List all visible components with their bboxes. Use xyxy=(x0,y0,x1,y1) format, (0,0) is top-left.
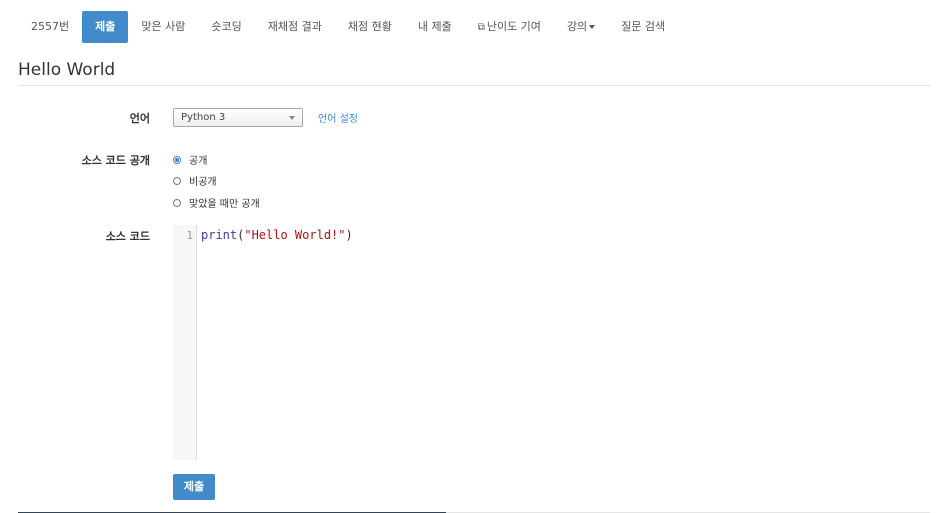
language-select-value: Python 3 xyxy=(181,112,226,123)
problem-nav-tabs: 2557번 제출 맞은 사람 숏코딩 재채점 결과 채점 현황 내 제출 ⧉ 난이… xyxy=(18,11,678,43)
title-divider xyxy=(18,85,930,86)
tab-submit[interactable]: 제출 xyxy=(82,11,129,43)
radio-public[interactable] xyxy=(173,155,181,164)
page-title: Hello World xyxy=(18,60,116,80)
code-editor[interactable]: 1 print("Hello World!") xyxy=(173,225,930,460)
radio-accepted-only-label: 맞았을 때만 공개 xyxy=(189,199,260,210)
external-link-icon: ⧉ xyxy=(477,22,485,33)
source-code-label: 소스 코드 xyxy=(105,230,150,243)
tab-question-search[interactable]: 질문 검색 xyxy=(608,11,678,43)
tab-accepted-users[interactable]: 맞은 사람 xyxy=(128,11,198,43)
tab-lectures-label: 강의 xyxy=(566,20,588,33)
tab-judge-status[interactable]: 채점 현황 xyxy=(335,11,405,43)
language-label: 언어 xyxy=(129,112,150,125)
tab-problem-number[interactable]: 2557번 xyxy=(18,11,82,43)
code-paren-close: ) xyxy=(345,228,353,242)
radio-private[interactable] xyxy=(173,176,181,185)
visibility-label: 소스 코드 공개 xyxy=(81,154,150,167)
radio-private-label: 비공개 xyxy=(189,177,217,188)
tab-short-coding[interactable]: 숏코딩 xyxy=(198,11,254,43)
language-settings-link[interactable]: 언어 설정 xyxy=(318,110,358,125)
tab-my-submissions[interactable]: 내 제출 xyxy=(405,11,465,43)
tab-difficulty-contribution[interactable]: ⧉ 난이도 기여 xyxy=(465,11,554,43)
visibility-option-private[interactable]: 비공개 xyxy=(173,173,217,188)
radio-accepted-only[interactable] xyxy=(173,198,181,207)
tab-rejudge-results[interactable]: 재채점 결과 xyxy=(255,11,335,43)
caret-down-icon xyxy=(589,25,596,29)
code-function: print xyxy=(201,228,238,242)
radio-public-label: 공개 xyxy=(189,156,208,167)
select-arrow-icon xyxy=(289,116,295,120)
visibility-option-accepted-only[interactable]: 맞았을 때만 공개 xyxy=(173,195,260,210)
line-number: 1 xyxy=(186,229,193,242)
language-select[interactable]: Python 3 xyxy=(173,108,303,127)
tab-difficulty-label: 난이도 기여 xyxy=(486,20,541,33)
editor-gutter: 1 xyxy=(173,225,197,460)
code-line[interactable]: print("Hello World!") xyxy=(201,228,353,242)
submit-button[interactable]: 제출 xyxy=(173,474,215,500)
code-string: "Hello World!" xyxy=(244,228,346,242)
visibility-option-public[interactable]: 공개 xyxy=(173,152,207,167)
tab-lectures[interactable]: 강의 xyxy=(554,11,608,43)
